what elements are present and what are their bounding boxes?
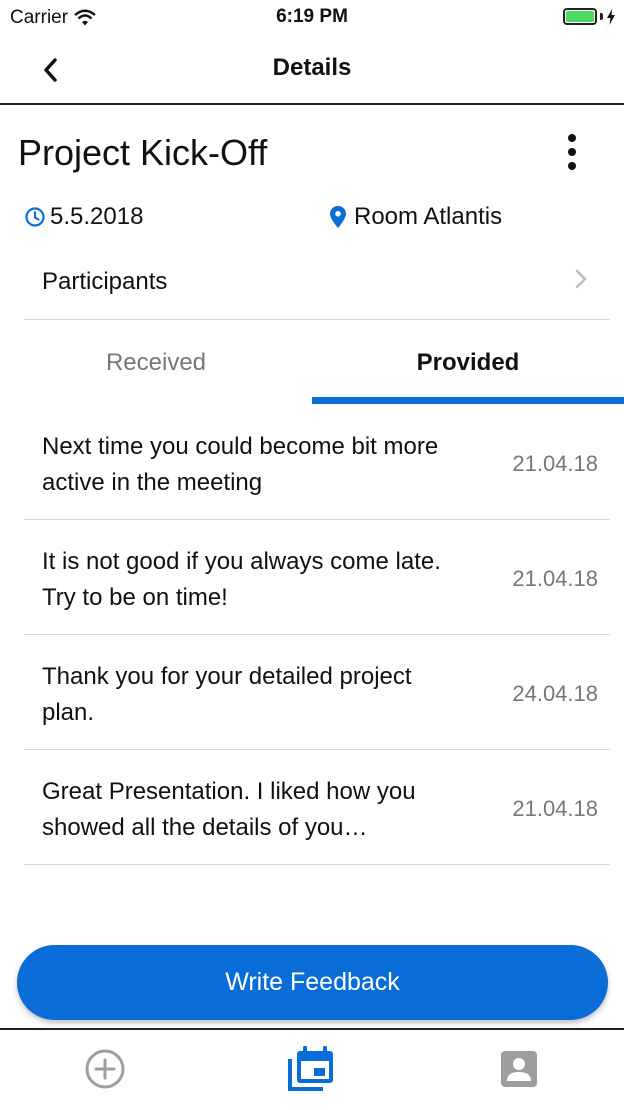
event-date-text: 5.5.2018 <box>50 203 144 230</box>
list-item[interactable]: It is not good if you always come late. … <box>24 520 610 635</box>
profile-icon <box>501 1051 537 1087</box>
tab-calendar[interactable] <box>287 1044 337 1094</box>
more-options-button[interactable] <box>560 132 584 172</box>
feedback-text: It is not good if you always come late. … <box>42 548 441 611</box>
status-bar: Carrier 6:19 PM <box>0 0 624 36</box>
event-date: 5.5.2018 <box>24 203 143 231</box>
event-location-text: Room Atlantis <box>354 203 503 230</box>
write-feedback-button[interactable]: Write Feedback <box>17 945 608 1020</box>
participants-label: Participants <box>42 268 168 295</box>
clock-icon <box>25 207 45 227</box>
tab-profile[interactable] <box>494 1044 544 1094</box>
tab-received[interactable]: Received <box>0 321 312 405</box>
status-time: 6:19 PM <box>276 6 348 27</box>
battery-icon <box>563 8 597 25</box>
feedback-text: Next time you could become bit more acti… <box>42 433 439 496</box>
tab-add[interactable] <box>80 1044 130 1094</box>
feedback-date: 21.04.18 <box>512 566 598 591</box>
calendar-icon <box>288 1046 333 1091</box>
feedback-date: 21.04.18 <box>512 451 598 476</box>
bottom-tab-bar <box>0 1028 624 1110</box>
feedback-date: 24.04.18 <box>512 681 598 706</box>
add-icon <box>85 1049 125 1089</box>
battery-indicator <box>563 8 616 25</box>
list-item[interactable]: Thank you for your detailed project plan… <box>24 635 610 750</box>
tab-provided[interactable]: Provided <box>312 321 624 405</box>
tab-active-indicator <box>312 397 624 404</box>
event-title: Project Kick-Off <box>18 132 268 173</box>
location-pin-icon <box>330 206 346 228</box>
event-location: Room Atlantis <box>330 203 502 231</box>
feedback-date: 21.04.18 <box>512 796 598 821</box>
more-vertical-icon <box>568 134 576 142</box>
feedback-tabs: Received Provided <box>0 321 624 405</box>
feedback-text: Great Presentation. I liked how you show… <box>42 778 416 841</box>
chevron-right-icon <box>575 269 587 289</box>
feedback-text: Thank you for your detailed project plan… <box>42 663 412 726</box>
feedback-list: Next time you could become bit more acti… <box>0 405 624 865</box>
list-item[interactable]: Next time you could become bit more acti… <box>24 405 610 520</box>
participants-row[interactable]: Participants <box>24 254 610 320</box>
navigation-bar: Details <box>0 36 624 105</box>
list-item[interactable]: Great Presentation. I liked how you show… <box>24 750 610 865</box>
page-title: Details <box>272 54 352 81</box>
charging-icon <box>607 8 615 25</box>
